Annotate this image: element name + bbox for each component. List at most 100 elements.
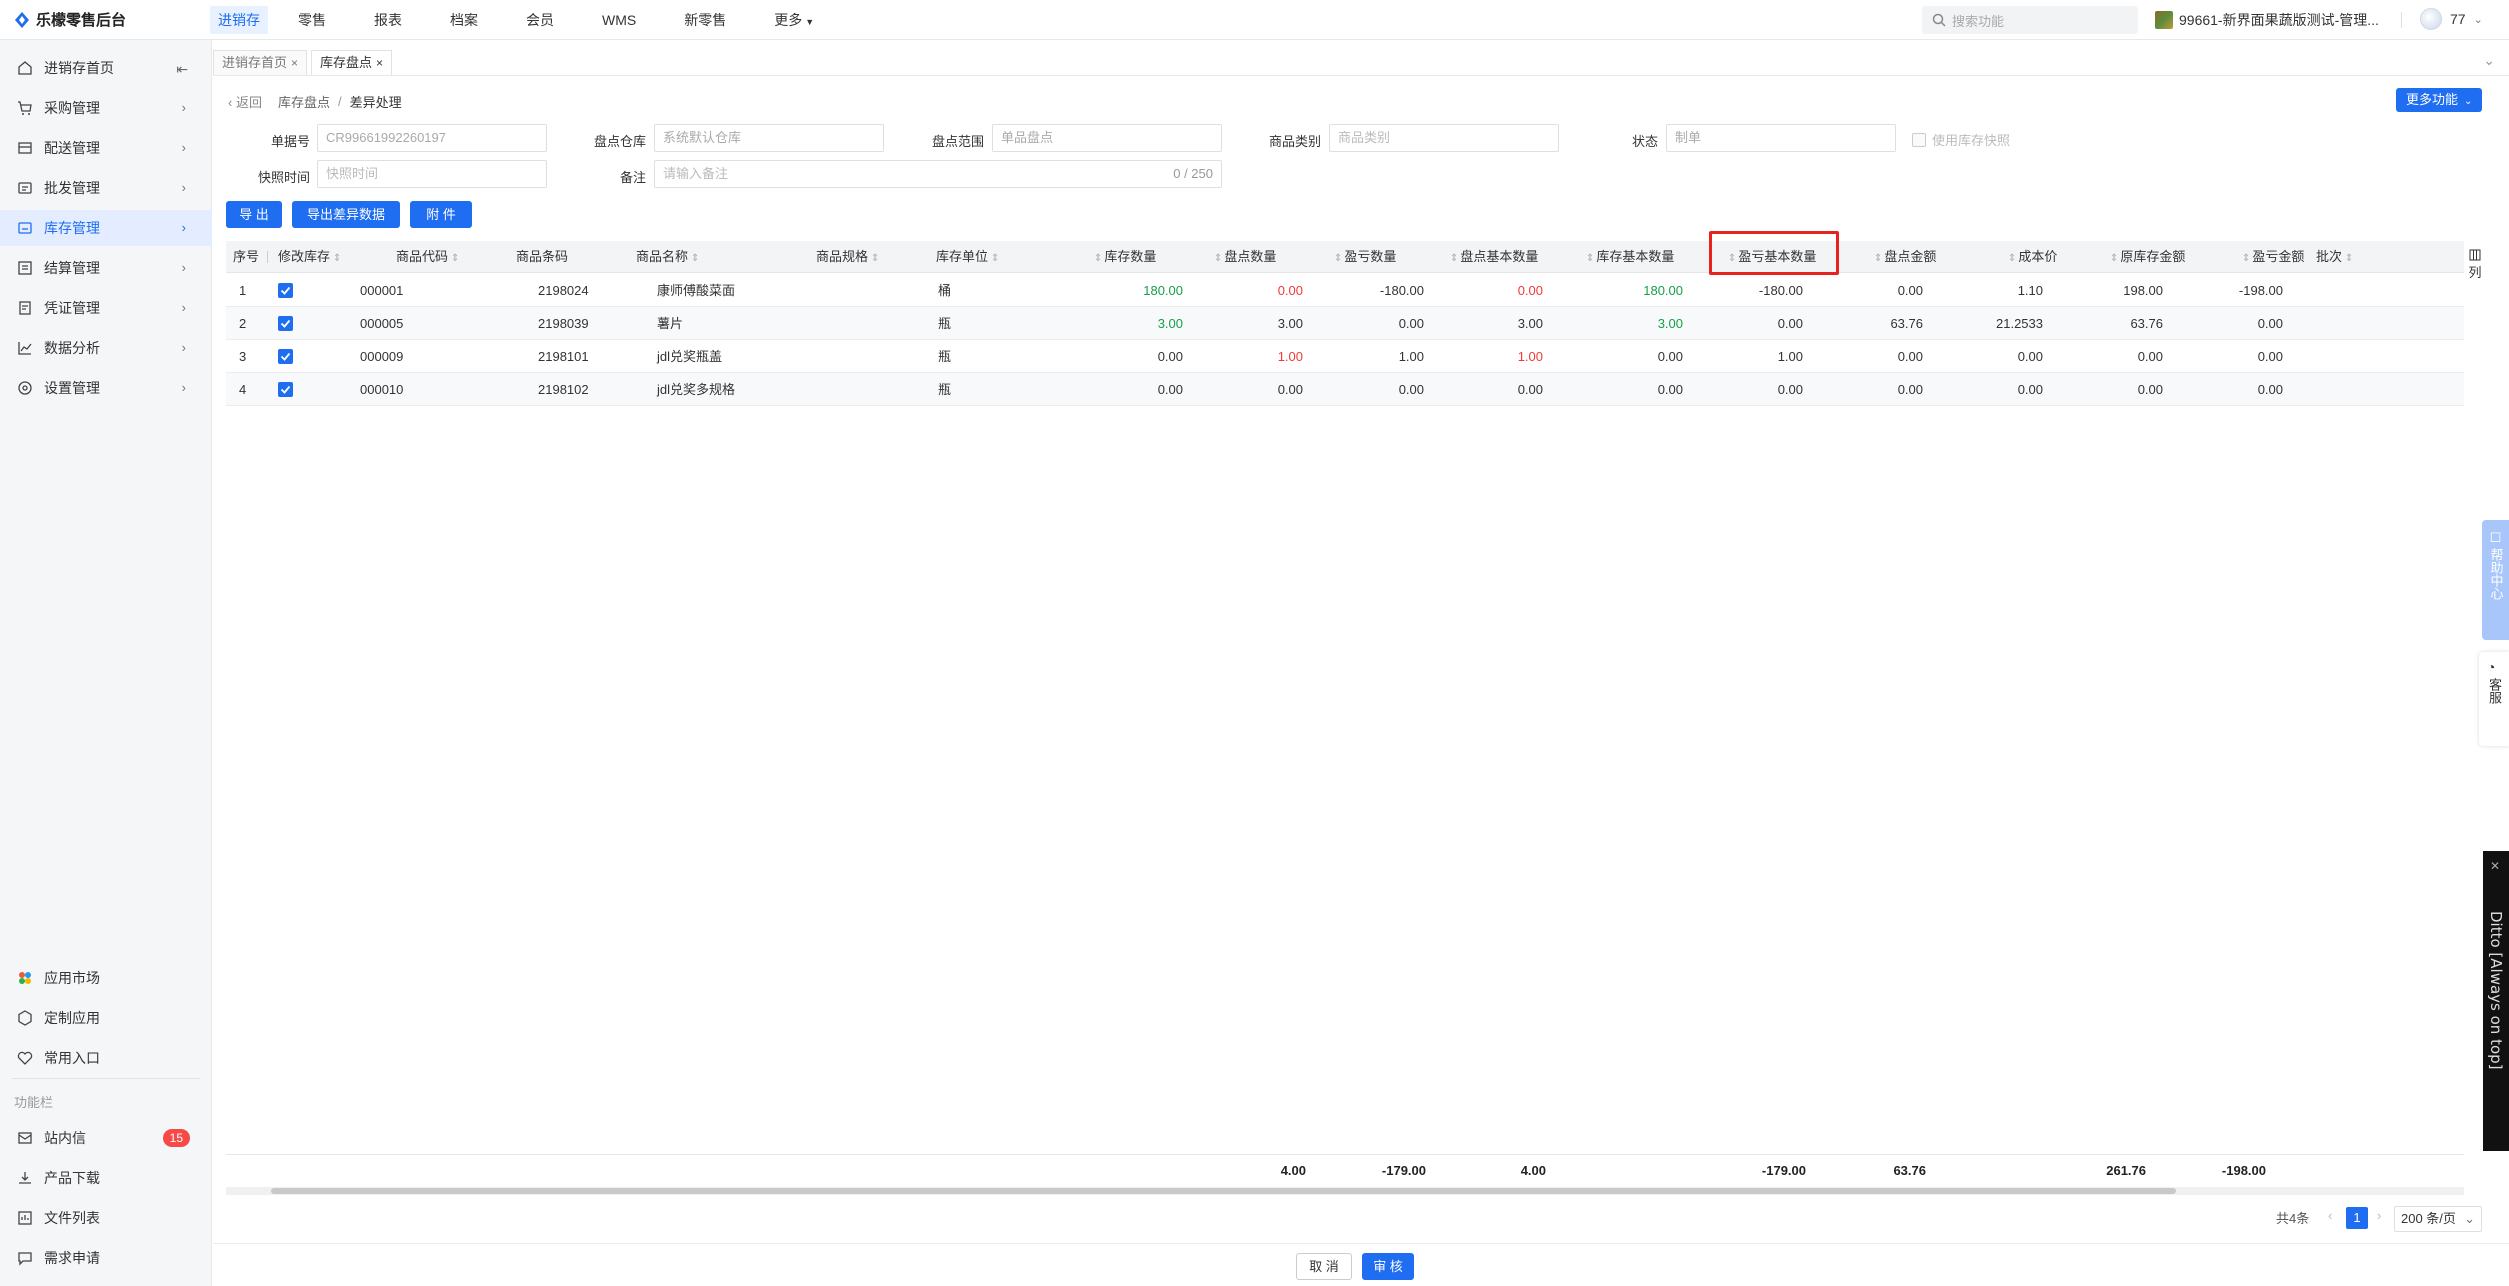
column-settings-button[interactable]: 列 — [2466, 249, 2484, 281]
col-header-code[interactable]: 商品代码 ⇕ — [396, 241, 459, 273]
table-row[interactable]: 4 000010 2198102 jdl兑奖多规格 瓶 0.00 0.00 0.00 0.00 0… — [226, 373, 2464, 406]
next-page-icon[interactable]: › — [2377, 1208, 2381, 1223]
col-header-unit[interactable]: 库存单位 ⇕ — [936, 241, 999, 273]
help-center-button[interactable]: ☐ 帮助中心 — [2482, 520, 2509, 640]
sidebar-item-analytics[interactable]: 数据分析 › — [0, 330, 212, 366]
col-header-spec[interactable]: 商品规格 ⇕ — [816, 241, 879, 273]
sidebar-item-wholesale[interactable]: 批发管理 › — [0, 170, 212, 206]
chevron-down-icon[interactable]: ⌄ — [2483, 52, 2495, 69]
col-header-stock-qty[interactable]: ⇕ 库存数量 — [1094, 241, 1156, 273]
app-logo[interactable]: 乐檬零售后台 — [0, 9, 210, 30]
edit-stock-checkbox[interactable] — [278, 283, 293, 298]
col-header-name[interactable]: 商品名称 ⇕ — [636, 241, 699, 273]
sort-icon[interactable]: ⇕ — [2242, 253, 2250, 264]
nav-item-reports[interactable]: 报表 — [356, 6, 420, 34]
search-input[interactable]: 搜索功能 — [1922, 6, 2138, 34]
snapshot-time-field[interactable]: 快照时间 — [317, 160, 547, 188]
col-header-orig-amount[interactable]: ⇕ 原库存金额 — [2110, 241, 2185, 273]
approve-button[interactable]: 审 核 — [1362, 1253, 1414, 1280]
col-header-edit-stock[interactable]: 修改库存 ⇕ — [278, 241, 341, 273]
sidebar-item-download[interactable]: 产品下载 — [0, 1160, 212, 1196]
sidebar-item-messages[interactable]: 站内信 15 — [0, 1120, 212, 1156]
close-icon[interactable]: × — [376, 56, 383, 70]
edit-stock-checkbox[interactable] — [278, 349, 293, 364]
table-row[interactable]: 3 000009 2198101 jdl兑奖瓶盖 瓶 0.00 1.00 1.00 1.00 0.… — [226, 340, 2464, 373]
col-header-cost[interactable]: ⇕ 成本价 — [2008, 241, 2057, 273]
tab-inventory-home[interactable]: 进销存首页 × — [213, 50, 308, 76]
sort-icon[interactable]: ⇕ — [2110, 253, 2118, 264]
col-header-stock-base[interactable]: ⇕ 库存基本数量 — [1586, 241, 1674, 273]
store-selector[interactable]: 99661-新界面果蔬版测试-管理... — [2155, 10, 2379, 30]
prev-page-icon[interactable]: ‹ — [2328, 1208, 2332, 1223]
sidebar-item-custom-app[interactable]: 定制应用 — [0, 1000, 212, 1036]
remark-field[interactable]: 请输入备注 0 / 250 — [654, 160, 1222, 188]
warehouse-field[interactable]: 系统默认仓库 — [654, 124, 884, 152]
page-number-current[interactable]: 1 — [2346, 1207, 2368, 1229]
sort-icon[interactable]: ⇕ — [451, 253, 459, 264]
col-header-count-qty[interactable]: ⇕ 盘点数量 — [1214, 241, 1276, 273]
category-field[interactable]: 商品类别 — [1329, 124, 1559, 152]
sort-icon[interactable]: ⇕ — [1334, 253, 1342, 264]
user-menu[interactable]: 77 ⌄ — [2420, 8, 2483, 30]
page-size-select[interactable]: 200 条/页 ⌄ — [2394, 1206, 2482, 1232]
nav-item-member[interactable]: 会员 — [508, 6, 572, 34]
sort-icon[interactable]: ⇕ — [1094, 253, 1102, 264]
sidebar-item-label: 数据分析 — [44, 340, 100, 356]
sort-icon[interactable]: ⇕ — [991, 253, 999, 264]
export-diff-button[interactable]: 导出差异数据 — [292, 201, 400, 228]
col-header-batch[interactable]: 批次 ⇕ — [2316, 241, 2353, 273]
customer-service-button[interactable]: ◔ 客服 — [2479, 652, 2509, 746]
use-snapshot-checkbox[interactable]: 使用库存快照 — [1912, 130, 2010, 149]
order-no-field[interactable]: CR99661992260197 — [317, 124, 547, 152]
tab-stock-count[interactable]: 库存盘点 × — [311, 50, 393, 76]
edit-stock-checkbox[interactable] — [278, 316, 293, 331]
sidebar-item-settlement[interactable]: 结算管理 › — [0, 250, 212, 286]
sidebar-item-request[interactable]: 需求申请 — [0, 1240, 212, 1276]
sidebar-item-settings[interactable]: 设置管理 › — [0, 370, 212, 406]
sort-icon[interactable]: ⇕ — [2008, 253, 2016, 264]
close-icon[interactable]: × — [291, 56, 298, 70]
ditto-window[interactable]: ✕ Ditto [Always on top] — [2483, 851, 2509, 1151]
sidebar-item-delivery[interactable]: 配送管理 › — [0, 130, 212, 166]
cancel-button[interactable]: 取 消 — [1296, 1253, 1352, 1280]
nav-item-wms[interactable]: WMS — [584, 6, 654, 34]
more-functions-button[interactable]: 更多功能 ⌄ — [2396, 88, 2483, 112]
sidebar-item-purchase[interactable]: 采购管理 › — [0, 90, 212, 126]
sort-icon[interactable]: ⇕ — [1214, 253, 1222, 264]
sort-icon[interactable]: ⇕ — [2345, 253, 2353, 264]
close-icon[interactable]: ✕ — [2490, 859, 2500, 873]
nav-item-inventory[interactable]: 进销存 — [210, 5, 268, 34]
attachment-button[interactable]: 附 件 — [410, 201, 472, 228]
scope-field[interactable]: 单品盘点 — [992, 124, 1222, 152]
collapse-sidebar-icon[interactable]: ⇤ — [176, 61, 188, 78]
back-link[interactable]: ‹ 返回 — [228, 92, 262, 111]
sidebar-item-favorites[interactable]: 常用入口 — [0, 1040, 212, 1076]
scrollbar-thumb[interactable] — [271, 1188, 2176, 1194]
nav-item-archive[interactable]: 档案 — [432, 6, 496, 34]
sidebar-item-inventory-home[interactable]: 进销存首页 ⇤ — [0, 50, 212, 86]
edit-stock-checkbox[interactable] — [278, 382, 293, 397]
col-header-diff-qty[interactable]: ⇕ 盈亏数量 — [1334, 241, 1396, 273]
table-row[interactable]: 2 000005 2198039 薯片 瓶 3.00 3.00 0.00 3.00 3.00 0.0… — [226, 307, 2464, 340]
nav-item-new-retail[interactable]: 新零售 — [666, 6, 744, 34]
sidebar-item-stock[interactable]: 库存管理 › — [0, 210, 212, 246]
export-button[interactable]: 导 出 — [226, 201, 282, 228]
sort-icon[interactable]: ⇕ — [333, 253, 341, 264]
sidebar-item-app-market[interactable]: 应用市场 — [0, 960, 212, 996]
breadcrumb-parent[interactable]: 库存盘点 — [278, 92, 330, 111]
sort-icon[interactable]: ⇕ — [1450, 253, 1458, 264]
sidebar-item-voucher[interactable]: 凭证管理 › — [0, 290, 212, 326]
sort-icon[interactable]: ⇕ — [691, 253, 699, 264]
col-header-count-amount[interactable]: ⇕ 盘点金额 — [1874, 241, 1936, 273]
horizontal-scrollbar[interactable] — [226, 1187, 2464, 1195]
sort-icon[interactable]: ⇕ — [1874, 253, 1882, 264]
col-header-count-base[interactable]: ⇕ 盘点基本数量 — [1450, 241, 1538, 273]
status-field[interactable]: 制单 — [1666, 124, 1896, 152]
sort-icon[interactable]: ⇕ — [1586, 253, 1594, 264]
col-header-diff-amount[interactable]: ⇕ 盈亏金额 — [2242, 241, 2304, 273]
nav-item-more[interactable]: 更多 ▼ — [756, 6, 832, 34]
table-row[interactable]: 1 000001 2198024 康师傅酸菜面 桶 180.00 0.00 -180.00 0.… — [226, 274, 2464, 307]
sidebar-item-file-list[interactable]: 文件列表 — [0, 1200, 212, 1236]
sort-icon[interactable]: ⇕ — [871, 253, 879, 264]
nav-item-retail[interactable]: 零售 — [280, 6, 344, 34]
